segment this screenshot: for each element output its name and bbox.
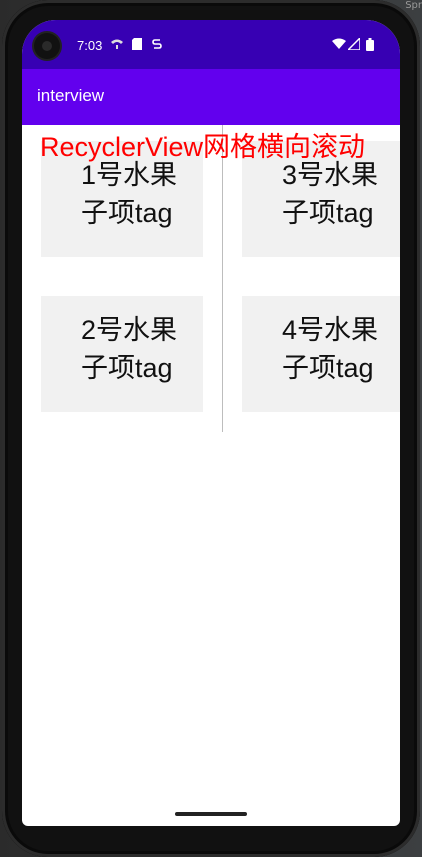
status-time: 7:03 [77, 38, 103, 53]
home-gesture-handle[interactable] [175, 812, 247, 816]
battery-icon [366, 38, 374, 55]
phone-frame: 7:03 interview RecyclerView网格横向滚动 1号水果 子… [2, 0, 420, 857]
recycler-view[interactable]: RecyclerView网格横向滚动 1号水果 子项tag 2号水果 子项tag… [22, 125, 400, 826]
app-bar-title: interview [37, 86, 105, 105]
wifi-icon [332, 38, 346, 54]
signal-icon [346, 36, 361, 54]
sd-card-icon [132, 38, 142, 54]
app-bar: interview [22, 69, 400, 125]
gesture-nav-bar [22, 808, 400, 826]
grid-item-tag: 子项tag [282, 353, 374, 383]
grid-item-text: 4号水果 子项tag [282, 311, 400, 387]
s-notification-icon [152, 38, 162, 54]
ide-corner-text: Spr [405, 0, 422, 11]
phone-screen: 7:03 interview RecyclerView网格横向滚动 1号水果 子… [22, 20, 400, 826]
grid-item-text: 3号水果 子项tag [282, 156, 400, 232]
page-title: RecyclerView网格横向滚动 [40, 132, 366, 162]
grid-item-tag: 子项tag [81, 198, 173, 228]
grid-item-tag: 子项tag [282, 198, 374, 228]
grid-item-text: 2号水果 子项tag [81, 311, 201, 387]
front-camera-icon [34, 33, 60, 59]
column-divider [222, 125, 223, 432]
grid-item-text: 1号水果 子项tag [81, 156, 201, 232]
grid-item-2[interactable]: 2号水果 子项tag [41, 296, 203, 412]
grid-item-4[interactable]: 4号水果 子项tag [242, 296, 400, 412]
grid-item-title: 2号水果 [81, 315, 178, 345]
status-bar: 7:03 [22, 20, 400, 69]
grid-item-tag: 子项tag [81, 353, 173, 383]
grid-item-title: 4号水果 [282, 315, 379, 345]
wifi-calling-icon [110, 38, 124, 54]
